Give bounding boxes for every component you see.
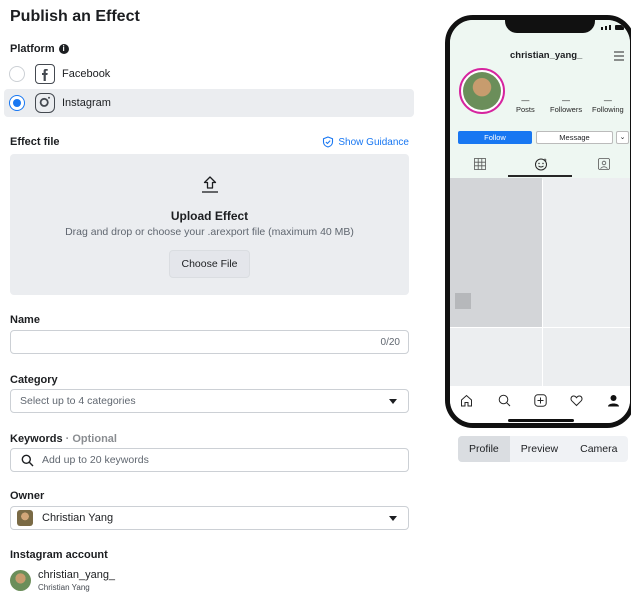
platform-label-row: Platform i <box>10 43 69 55</box>
posts-grid <box>450 178 630 386</box>
tab-profile[interactable]: Profile <box>458 436 510 462</box>
optional-tag: · Optional <box>65 433 117 445</box>
effects-icon[interactable] <box>534 157 548 171</box>
caret-down-icon <box>389 399 397 404</box>
tagged-icon[interactable] <box>598 158 610 170</box>
profile-avatar <box>459 68 505 114</box>
name-input[interactable]: 0/20 <box>10 330 409 354</box>
stat-posts: — Posts <box>516 96 535 114</box>
upload-dropzone[interactable]: Upload Effect Drag and drop or choose yo… <box>10 154 409 295</box>
grid-tile[interactable] <box>450 328 542 386</box>
account-fullname: Christian Yang <box>38 583 90 592</box>
platform-option-facebook[interactable]: Facebook <box>4 60 414 88</box>
account-username: christian_yang_ <box>38 569 116 581</box>
name-counter: 0/20 <box>380 336 400 348</box>
stat-following: — Following <box>592 96 624 114</box>
owner-value: Christian Yang <box>42 512 114 524</box>
owner-avatar <box>17 510 33 526</box>
owner-label: Owner <box>10 490 45 502</box>
status-icons <box>601 25 624 30</box>
facebook-icon <box>35 64 55 84</box>
tab-preview[interactable]: Preview <box>510 436 569 462</box>
keywords-label-row: Keywords · Optional <box>10 433 117 445</box>
chevron-down-icon[interactable]: ⌄ <box>616 131 629 144</box>
effect-file-label: Effect file <box>10 136 60 148</box>
instagram-account-label: Instagram account <box>10 549 108 561</box>
grid-tile[interactable] <box>543 178 630 327</box>
phone-preview: christian_yang_ — Posts — Followers — Follo… <box>445 15 631 428</box>
search-icon[interactable] <box>498 394 511 407</box>
radio-instagram[interactable] <box>9 95 25 111</box>
keywords-placeholder: Add up to 20 keywords <box>42 454 149 466</box>
upload-icon <box>202 176 218 193</box>
category-placeholder: Select up to 4 categories <box>20 395 136 407</box>
follow-button[interactable]: Follow <box>458 131 532 144</box>
platform-label: Platform <box>10 43 55 55</box>
home-indicator <box>508 419 574 422</box>
show-guidance-link[interactable]: Show Guidance <box>322 136 409 148</box>
platform-option-label: Instagram <box>62 97 111 109</box>
keywords-input[interactable]: Add up to 20 keywords <box>10 448 409 472</box>
phone-notch <box>505 20 595 33</box>
show-guidance-label: Show Guidance <box>338 136 409 148</box>
heart-icon[interactable] <box>570 394 583 407</box>
instagram-icon <box>35 93 55 113</box>
category-label: Category <box>10 374 58 386</box>
menu-icon[interactable] <box>613 51 625 61</box>
add-post-icon[interactable] <box>534 394 547 407</box>
platform-option-label: Facebook <box>62 68 111 80</box>
message-button[interactable]: Message <box>536 131 613 144</box>
upload-title: Upload Effect <box>170 209 249 223</box>
caret-down-icon <box>389 516 397 521</box>
active-tab-indicator <box>508 175 572 177</box>
search-icon <box>21 454 34 466</box>
effect-thumbnail[interactable] <box>455 293 471 309</box>
category-select[interactable]: Select up to 4 categories <box>10 389 409 413</box>
preview-username: christian_yang_ <box>510 50 583 61</box>
preview-mode-switcher: Profile Preview Camera <box>458 436 629 462</box>
info-icon[interactable]: i <box>58 44 69 54</box>
grid-tile[interactable] <box>543 328 630 386</box>
radio-facebook[interactable] <box>9 66 25 82</box>
avatar <box>10 570 31 591</box>
tab-camera[interactable]: Camera <box>569 436 628 462</box>
shield-check-icon <box>323 136 334 148</box>
stat-followers: — Followers <box>550 96 583 114</box>
platform-option-instagram[interactable]: Instagram <box>4 89 414 117</box>
profile-icon[interactable] <box>607 394 620 407</box>
upload-subtitle: Drag and drop or choose your .arexport f… <box>65 226 354 238</box>
home-icon[interactable] <box>460 394 473 407</box>
page-title: Publish an Effect <box>10 8 140 25</box>
name-label: Name <box>10 314 40 326</box>
owner-select[interactable]: Christian Yang <box>10 506 409 530</box>
choose-file-button[interactable]: Choose File <box>169 250 250 278</box>
grid-icon[interactable] <box>474 158 486 170</box>
keywords-label: Keywords <box>10 433 63 445</box>
